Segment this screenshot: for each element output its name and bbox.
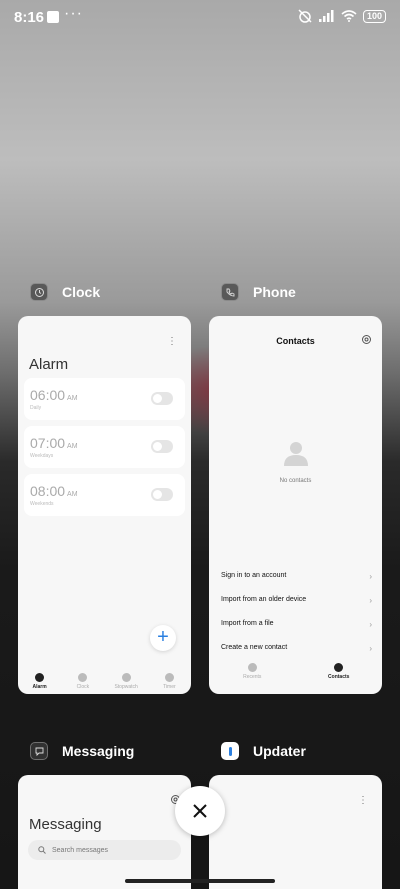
messaging-title: Messaging <box>29 816 102 833</box>
timer-icon <box>164 673 174 682</box>
phone-icon <box>247 663 257 672</box>
tab-label: Recents <box>243 674 262 680</box>
alarm-label: Weekends <box>30 501 54 507</box>
tab-contacts[interactable]: Contacts <box>319 663 359 680</box>
phone-tab-bar: Recents Contacts <box>209 663 382 680</box>
phone-app-card[interactable]: Contacts No contacts Sign in to an accou… <box>209 316 382 694</box>
alarm-toggle[interactable] <box>151 392 173 405</box>
app-name-phone: Phone <box>253 284 296 300</box>
signal-icon <box>318 10 334 22</box>
alarm-label: Daily <box>30 405 42 411</box>
app-header-updater[interactable]: Updater <box>221 742 306 760</box>
tab-recents[interactable]: Recents <box>232 663 272 680</box>
contacts-title: Contacts <box>276 336 315 346</box>
clock-app-card[interactable]: ⋮ Alarm 06:00 AM Daily 07:00 AM Weekdays 0… <box>18 316 191 694</box>
tab-stopwatch[interactable]: Stopwatch <box>106 673 146 690</box>
more-options-icon[interactable]: ⋮ <box>167 336 177 347</box>
tab-timer[interactable]: Timer <box>149 673 189 690</box>
phone-icon <box>221 283 239 301</box>
more-options-icon[interactable]: ⋮ <box>358 795 368 806</box>
close-icon <box>193 804 207 818</box>
alarm-time: 08:00 <box>30 483 66 499</box>
app-name-updater: Updater <box>253 743 306 759</box>
chevron-right-icon: › <box>369 620 372 629</box>
search-messages-input[interactable]: Search messages <box>28 840 181 860</box>
tab-label: Alarm <box>32 684 47 690</box>
app-header-phone[interactable]: Phone <box>221 283 296 301</box>
chevron-right-icon: › <box>369 572 372 581</box>
empty-contact-avatar-icon <box>284 442 308 466</box>
alarm-time: 07:00 <box>30 435 66 451</box>
tab-label: Contacts <box>328 674 350 680</box>
tab-clock[interactable]: Clock <box>63 673 103 690</box>
clock-icon <box>78 673 88 682</box>
messaging-icon <box>30 742 48 760</box>
row-label: Create a new contact <box>221 644 288 651</box>
settings-gear-icon[interactable] <box>361 334 372 345</box>
app-header-messaging[interactable]: Messaging <box>30 742 134 760</box>
alarm-off-icon <box>298 9 312 23</box>
search-placeholder: Search messages <box>52 846 109 854</box>
home-indicator[interactable] <box>125 879 275 883</box>
status-bar: 8:16 ··· 100 <box>0 0 400 36</box>
chevron-right-icon: › <box>369 644 372 653</box>
alarm-icon <box>35 673 45 682</box>
person-icon <box>334 663 344 672</box>
alarm-toggle[interactable] <box>151 440 173 453</box>
row-label: Import from a file <box>221 620 274 627</box>
tab-label: Timer <box>163 684 176 690</box>
alarm-toggle[interactable] <box>151 488 173 501</box>
contacts-action-row[interactable]: Sign in to an account › <box>221 572 372 581</box>
alarm-title: Alarm <box>29 356 69 373</box>
row-label: Import from an older device <box>221 596 307 603</box>
contacts-action-row[interactable]: Create a new contact › <box>221 644 372 653</box>
stopwatch-icon <box>121 673 131 682</box>
status-time: 8:16 <box>14 9 45 26</box>
notification-icon <box>47 11 59 23</box>
alarm-ampm: AM <box>67 395 78 402</box>
clear-all-close-button[interactable] <box>175 786 225 836</box>
alarm-item[interactable]: 07:00 AM Weekdays <box>24 426 185 468</box>
app-name-messaging: Messaging <box>62 743 135 759</box>
updater-app-card[interactable]: ⋮ <box>209 775 382 889</box>
tab-label: Clock <box>76 684 90 690</box>
clock-tab-bar: Alarm Clock Stopwatch Timer <box>18 673 191 690</box>
contacts-action-row[interactable]: Import from an older device › <box>221 596 372 605</box>
wifi-icon <box>341 10 357 22</box>
alarm-time: 06:00 <box>30 387 66 403</box>
chevron-right-icon: › <box>369 596 372 605</box>
contacts-action-row[interactable]: Import from a file › <box>221 620 372 629</box>
alarm-ampm: AM <box>67 491 78 498</box>
alarm-item[interactable]: 06:00 AM Daily <box>24 378 185 420</box>
clock-icon <box>30 283 48 301</box>
empty-state-text: No contacts <box>279 478 312 484</box>
tab-alarm[interactable]: Alarm <box>20 673 60 690</box>
alarm-label: Weekdays <box>30 453 54 459</box>
alarm-ampm: AM <box>67 443 78 450</box>
alarm-item[interactable]: 08:00 AM Weekends <box>24 474 185 516</box>
app-name-clock: Clock <box>62 284 101 300</box>
battery-icon: 100 <box>362 9 386 23</box>
more-notifications: ··· <box>64 5 83 22</box>
search-icon <box>38 846 46 854</box>
add-alarm-button[interactable]: + <box>150 625 176 651</box>
messaging-app-card[interactable]: Messaging Search messages <box>18 775 191 889</box>
tab-label: Stopwatch <box>114 684 138 690</box>
row-label: Sign in to an account <box>221 572 287 579</box>
updater-icon <box>221 742 239 760</box>
app-header-clock[interactable]: Clock <box>30 283 100 301</box>
